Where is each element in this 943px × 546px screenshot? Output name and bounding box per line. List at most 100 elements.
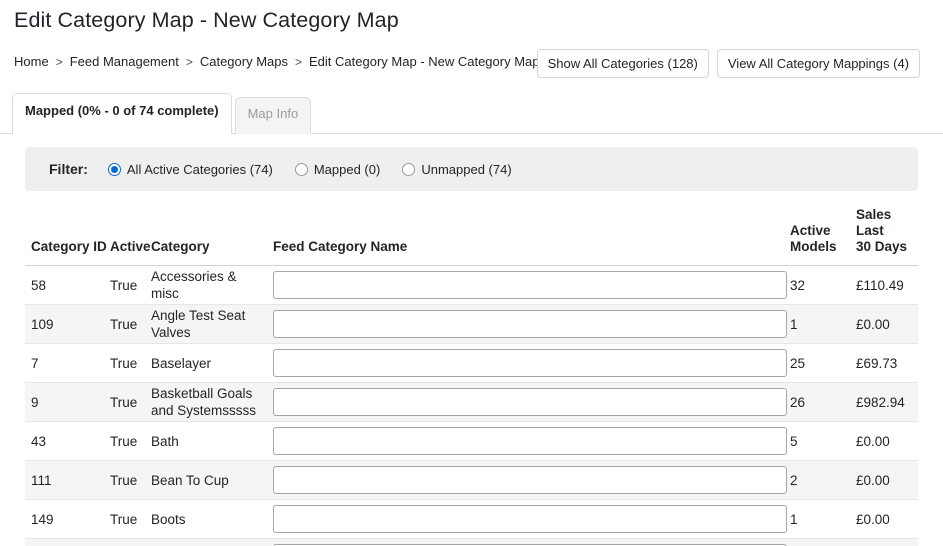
category-table-scroll[interactable]: Category ID Active Category Feed Categor… <box>25 207 943 546</box>
cell-category-value: Angle Test Seat Valves <box>151 308 246 340</box>
view-all-category-mappings-button[interactable]: View All Category Mappings (4) <box>716 49 920 78</box>
cell-active: True <box>110 538 151 546</box>
column-header-category: Category <box>151 207 273 266</box>
cell-sales-last-30-days: £0.00 <box>856 460 918 500</box>
cell-category: Basketball Goals and Systemsssss <box>151 382 273 422</box>
column-header-active: Active <box>110 207 151 266</box>
cell-category-value: Boots <box>151 511 186 527</box>
cell-active-value: True <box>110 316 138 332</box>
cell-sales-last-30-days: £0.00 <box>856 304 918 344</box>
cell-active-models: 32 <box>790 265 856 305</box>
cell-category-value: Bath <box>151 433 179 449</box>
cell-active: True <box>110 460 151 500</box>
cell-sales-last-30-days-value: £982.94 <box>856 394 905 410</box>
cell-feed-category-name <box>273 343 790 383</box>
cell-category-id-value: 43 <box>31 433 47 449</box>
cell-active: True <box>110 499 151 539</box>
feed-category-name-input[interactable] <box>273 505 787 533</box>
cell-category-id-value: 69 <box>31 539 110 546</box>
cell-active-models: 2 <box>790 460 856 500</box>
breadcrumb-item-current[interactable]: Edit Category Map - New Category Map <box>309 54 539 69</box>
cell-active: True <box>110 265 151 305</box>
breadcrumb-item-feed-management[interactable]: Feed Management <box>70 54 179 69</box>
feed-category-name-input[interactable] <box>273 310 787 338</box>
column-header-sales-last-30-days: Sales Last 30 Days <box>856 207 918 266</box>
breadcrumb-separator: > <box>185 54 193 69</box>
cell-active-models-value: 26 <box>790 394 806 410</box>
cell-sales-last-30-days: £110.49 <box>856 265 918 305</box>
feed-category-name-input[interactable] <box>273 349 787 377</box>
page-root: Edit Category Map - New Category Map Hom… <box>0 0 943 546</box>
cell-feed-category-name <box>273 382 790 422</box>
cell-category-id: 58 <box>25 265 110 305</box>
cell-category-id-value: 149 <box>31 511 54 527</box>
feed-category-name-input[interactable] <box>273 271 787 299</box>
breadcrumb-item-category-maps[interactable]: Category Maps <box>200 54 288 69</box>
page-title: Edit Category Map - New Category Map <box>14 8 399 32</box>
feed-category-name-input[interactable] <box>273 427 787 455</box>
cell-active-models: 26 <box>790 382 856 422</box>
header-actions: Show All Categories (128) View All Categ… <box>536 49 920 78</box>
filter-option-unmapped[interactable]: Unmapped (74) <box>402 162 512 177</box>
breadcrumb-separator: > <box>295 54 303 69</box>
cell-active-models-value: 1 <box>790 539 856 546</box>
table-row: 43 True Bath 5 £0.00 <box>25 421 918 461</box>
cell-sales-last-30-days: £982.94 <box>856 382 918 422</box>
cell-active-value: True <box>110 472 138 488</box>
cell-category-id-value: 109 <box>31 316 54 332</box>
cell-sales-last-30-days-value: £0.00 <box>856 539 918 546</box>
feed-category-name-input[interactable] <box>273 388 787 416</box>
table-header-row: Category ID Active Category Feed Categor… <box>25 207 918 266</box>
cell-sales-last-30-days-value: £110.49 <box>856 277 904 293</box>
cell-active-models: 1 <box>790 538 856 546</box>
cell-category-value: Bean To Cup <box>151 472 229 488</box>
tab-mapped[interactable]: Mapped (0% - 0 of 74 complete) <box>12 93 232 134</box>
cell-sales-last-30-days: £0.00 <box>856 538 918 546</box>
breadcrumb-item-home[interactable]: Home <box>14 54 49 69</box>
cell-active-models-value: 25 <box>790 355 806 371</box>
table-row: 111 True Bean To Cup 2 £0.00 <box>25 460 918 500</box>
table-row: 69TrueBrush Sets 1£0.00 <box>25 538 918 546</box>
cell-active-value: True <box>110 433 138 449</box>
breadcrumb-separator: > <box>55 54 63 69</box>
cell-category: Baselayer <box>151 343 273 383</box>
tab-map-info[interactable]: Map Info <box>234 97 312 134</box>
cell-active-value: True <box>110 511 138 527</box>
cell-active-value: True <box>110 394 138 410</box>
cell-category: Angle Test Seat Valves <box>151 304 273 344</box>
cell-sales-last-30-days-value: £69.73 <box>856 355 898 371</box>
cell-category-id: 69 <box>25 538 110 546</box>
radio-icon <box>107 162 121 176</box>
filter-option-all-active[interactable]: All Active Categories (74) <box>107 161 273 177</box>
feed-category-name-input[interactable] <box>273 466 787 494</box>
cell-feed-category-name <box>273 499 790 539</box>
cell-sales-last-30-days: £0.00 <box>856 499 918 539</box>
cell-sales-last-30-days-value: £0.00 <box>856 511 890 527</box>
cell-sales-last-30-days-value: £0.00 <box>856 433 890 449</box>
filter-option-mapped[interactable]: Mapped (0) <box>294 162 380 177</box>
cell-active-value: True <box>110 277 138 293</box>
filter-option-label: All Active Categories (74) <box>126 161 273 177</box>
cell-feed-category-name <box>273 538 790 546</box>
cell-sales-last-30-days-value: £0.00 <box>856 472 890 488</box>
show-all-categories-button[interactable]: Show All Categories (128) <box>536 49 709 78</box>
cell-sales-last-30-days: £0.00 <box>856 421 918 461</box>
cell-category-value: Baselayer <box>151 355 212 371</box>
table-body: 58 True Accessories & misc 32 £110.49 109 True… <box>25 265 918 546</box>
cell-active: True <box>110 343 151 383</box>
filter-bar: Filter: All Active Categories (74) Mappe… <box>25 147 918 191</box>
cell-category-id-value: 58 <box>31 277 47 293</box>
cell-category: Bath <box>151 421 273 461</box>
table-head: Category ID Active Category Feed Categor… <box>25 207 918 266</box>
cell-feed-category-name <box>273 265 790 305</box>
cell-active-models: 1 <box>790 304 856 344</box>
table-row: 58 True Accessories & misc 32 £110.49 <box>25 265 918 305</box>
table-row: 9 True Basketball Goals and Systemsssss 26 £… <box>25 382 918 422</box>
cell-feed-category-name <box>273 421 790 461</box>
cell-active-models-value: 1 <box>790 316 798 332</box>
cell-category-id-value: 111 <box>31 472 52 488</box>
table-row: 7 True Baselayer 25 £69.73 <box>25 343 918 383</box>
category-table: Category ID Active Category Feed Categor… <box>25 207 918 546</box>
cell-category: Boots <box>151 499 273 539</box>
cell-active: True <box>110 382 151 422</box>
